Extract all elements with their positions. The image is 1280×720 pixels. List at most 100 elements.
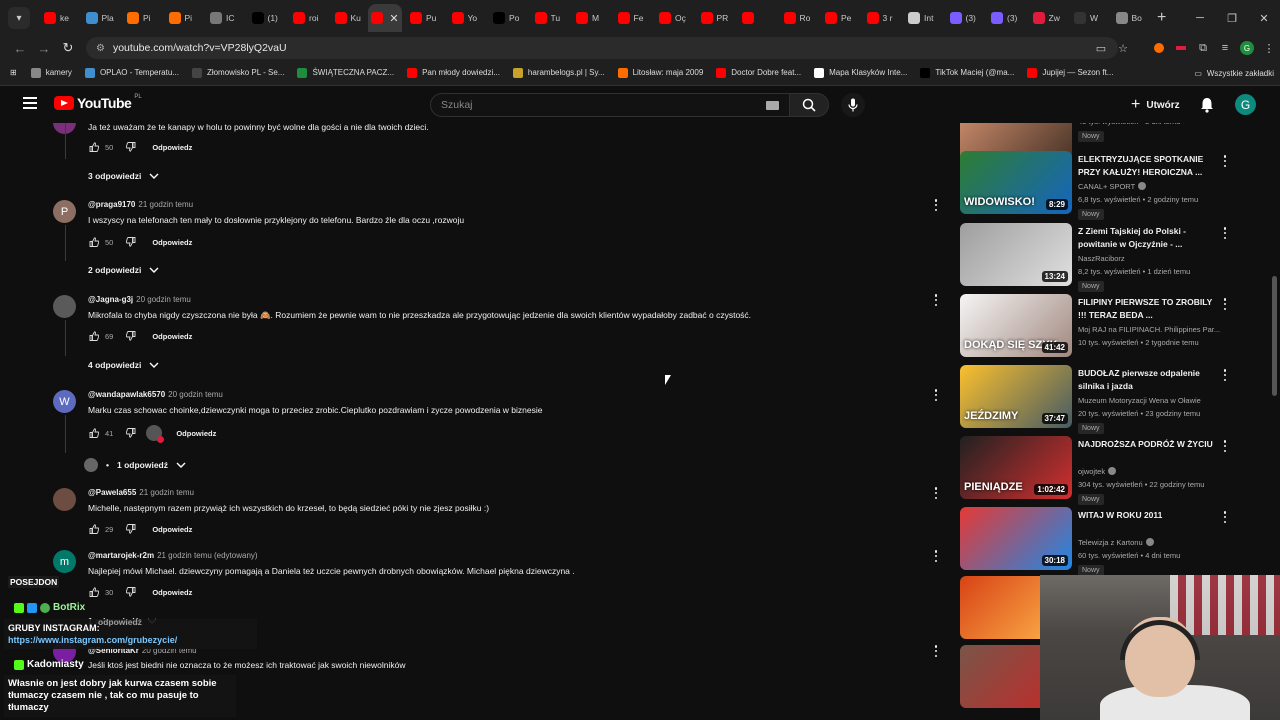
comment-more-icon[interactable] <box>932 549 940 563</box>
address-bar[interactable]: ⚙ youtube.com/watch?v=VP28lyQ2vaU <box>86 37 1118 59</box>
video-title[interactable]: NAJDROŻSZA PODRÓŻ W ŻYCIU <box>1078 438 1218 451</box>
tab[interactable]: Int <box>900 4 942 32</box>
video-thumbnail[interactable]: DOKĄD SIĘ SZYK 41:42 <box>960 294 1072 357</box>
bookmark-item[interactable]: Doctor Dobre feat... <box>716 67 801 78</box>
tab[interactable]: Pi <box>161 4 203 32</box>
tab[interactable]: M <box>568 4 610 32</box>
forward-button[interactable]: → <box>32 41 56 56</box>
bookmark-item[interactable]: TikTok Maciej (@ma... <box>920 67 1014 78</box>
tab[interactable]: 3 r <box>859 4 901 32</box>
reply-button[interactable]: Odpowiedz <box>152 238 192 247</box>
related-video[interactable]: 13:24 Z Ziemi Tajskiej do Polski - powita… <box>960 223 1240 292</box>
comment-author[interactable]: @martarojek-r2m <box>88 551 154 560</box>
video-thumbnail[interactable]: WIDOWISKO! 8:29 <box>960 151 1072 214</box>
dislike-thumb-down-icon[interactable] <box>125 141 137 153</box>
like-thumb-up-icon[interactable] <box>88 523 100 535</box>
create-button[interactable]: + Utwórz <box>1123 93 1188 117</box>
bookmark-item[interactable]: OPLAO - Temperatu... <box>84 67 179 78</box>
voice-search-button[interactable] <box>841 93 865 117</box>
video-channel[interactable]: CANAL+ SPORT <box>1078 182 1228 191</box>
hamburger-menu-icon[interactable] <box>23 97 37 109</box>
comment-more-icon[interactable] <box>932 293 940 307</box>
tab[interactable]: Pi <box>119 4 161 32</box>
instagram-link[interactable]: https://www.instagram.com/grubezycie/ <box>8 634 253 646</box>
profile-icon[interactable]: G <box>1236 37 1258 59</box>
video-channel[interactable]: ojwojtek <box>1078 467 1228 476</box>
close-window-button[interactable]: ✕ <box>1248 12 1280 25</box>
comment-time[interactable]: 21 godzin temu <box>139 488 194 497</box>
tab[interactable]: ke <box>36 4 78 32</box>
reply-button[interactable]: Odpowiedz <box>152 525 192 534</box>
tab-active[interactable]: ✕ <box>368 4 402 32</box>
video-channel[interactable]: Telewizja z Kartonu <box>1078 538 1228 547</box>
video-title[interactable]: WITAJ W ROKU 2011 <box>1078 509 1218 522</box>
search-input[interactable]: Szukaj <box>430 93 790 117</box>
bookmark-item[interactable]: Mapa Klasyków Inte... <box>814 67 907 78</box>
comment-author[interactable]: @praga9170 <box>88 200 135 209</box>
tab[interactable]: Po <box>485 4 527 32</box>
video-title[interactable]: FILIPINY PIERWSZE TO ZROBILY !!! TERAZ B… <box>1078 296 1218 322</box>
dislike-thumb-down-icon[interactable] <box>125 427 137 439</box>
video-title[interactable]: Z Ziemi Tajskiej do Polski - powitanie w… <box>1078 225 1218 251</box>
site-info-icon[interactable]: ⚙ <box>96 43 105 54</box>
all-bookmarks[interactable]: ▭ Wszystkie zakładki <box>1194 60 1274 86</box>
comment-time[interactable]: 20 godzin temu <box>136 295 191 304</box>
show-replies-button[interactable]: 3 odpowiedzi <box>88 171 159 181</box>
tab[interactable]: Fe <box>610 4 652 32</box>
comment-avatar[interactable]: m <box>53 550 76 573</box>
bookmark-item[interactable]: Złomowisko PL - Se... <box>191 67 284 78</box>
extension-orange-icon[interactable] <box>1148 37 1170 59</box>
like-thumb-up-icon[interactable] <box>88 330 100 342</box>
comment-author[interactable]: @wandapawlak6570 <box>88 390 165 399</box>
notifications-bell-icon[interactable] <box>1197 95 1217 115</box>
bookmark-star-icon[interactable]: ☆ <box>1112 37 1134 59</box>
video-channel[interactable]: Muzeum Motoryzacji Wena w Oławie <box>1078 396 1228 405</box>
show-replies-button[interactable]: 2 odpowiedzi <box>88 265 159 275</box>
dislike-thumb-down-icon[interactable] <box>125 236 137 248</box>
youtube-logo[interactable]: YouTube PL <box>54 94 142 111</box>
tab[interactable]: PR <box>693 4 735 32</box>
video-thumbnail[interactable]: PIENIĄDZE 1:02:42 <box>960 436 1072 499</box>
video-more-icon[interactable] <box>1222 369 1228 381</box>
tab[interactable]: (3) <box>942 4 984 32</box>
tab[interactable]: IC <box>202 4 244 32</box>
bookmark-item[interactable]: harambelogs.pl | Sy... <box>512 67 605 78</box>
extension-red-icon[interactable] <box>1170 37 1192 59</box>
new-tab-button[interactable]: + <box>1157 9 1166 27</box>
video-thumbnail[interactable]: 13:24 <box>960 223 1072 286</box>
extensions-puzzle-icon[interactable]: ⧉ <box>1192 37 1214 59</box>
minimize-button[interactable]: ─ <box>1184 12 1216 24</box>
tab[interactable]: Zw <box>1025 4 1067 32</box>
comment-avatar[interactable] <box>53 295 76 318</box>
tab[interactable]: Ku <box>327 4 369 32</box>
tab[interactable]: Pla <box>78 4 120 32</box>
comment-author[interactable]: @Jagna-g3j <box>88 295 133 304</box>
video-more-icon[interactable] <box>1222 227 1228 239</box>
video-thumbnail[interactable]: 30:18 <box>960 507 1072 570</box>
comment-more-icon[interactable] <box>932 644 940 658</box>
browser-menu-icon[interactable]: ⋮ <box>1258 37 1280 59</box>
comment-avatar[interactable] <box>53 488 76 511</box>
show-replies-button[interactable]: 4 odpowiedzi <box>88 360 159 370</box>
related-video[interactable]: PIENIĄDZE 1:02:42 NAJDROŻSZA PODRÓŻ W ŻYCI… <box>960 436 1240 505</box>
reload-button[interactable]: ↻ <box>56 40 80 56</box>
tab[interactable]: Tu <box>527 4 569 32</box>
video-thumbnail[interactable]: JEŹDZIMY 37:47 <box>960 365 1072 428</box>
comment-time[interactable]: 21 godzin temu (edytowany) <box>157 551 258 560</box>
bookmark-item[interactable]: Pan młody dowiedzi... <box>407 67 500 78</box>
tab[interactable]: (1) <box>244 4 286 32</box>
reply-button[interactable]: Odpowiedz <box>152 143 192 152</box>
video-more-icon[interactable] <box>1222 511 1228 523</box>
tab[interactable]: Bo <box>1108 4 1150 32</box>
bookmark-item[interactable]: ŚWIĄTECZNA PACZ... <box>297 67 394 78</box>
comment-avatar[interactable]: W <box>53 390 76 413</box>
comment-more-icon[interactable] <box>932 486 940 500</box>
show-replies-button[interactable]: • 1 odpowiedź <box>84 458 186 472</box>
apps-grid-icon[interactable]: ⊞ <box>10 68 17 77</box>
maximize-button[interactable]: ❐ <box>1216 12 1248 25</box>
video-channel[interactable]: NaszRaciborz <box>1078 254 1228 263</box>
comment-more-icon[interactable] <box>932 198 940 212</box>
reply-button[interactable]: Odpowiedz <box>176 429 216 438</box>
tab[interactable]: Pe <box>817 4 859 32</box>
video-title[interactable]: ELEKTRYZUJĄCE SPOTKANIE PRZY KAŁUŻY! HER… <box>1078 153 1218 179</box>
